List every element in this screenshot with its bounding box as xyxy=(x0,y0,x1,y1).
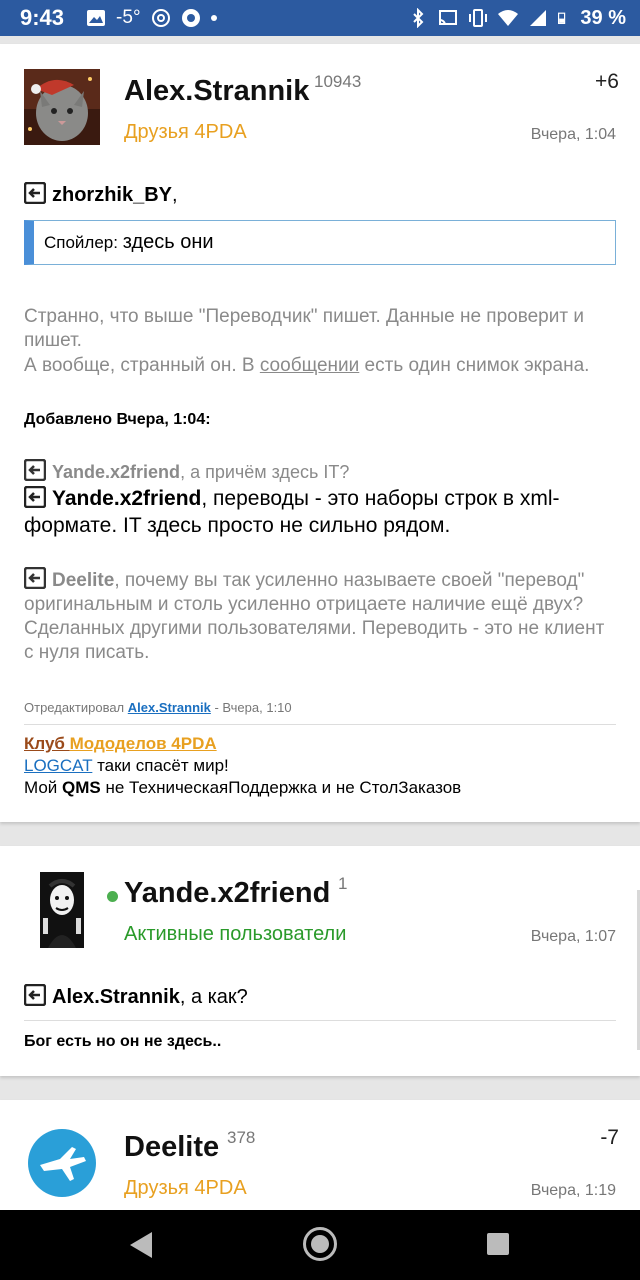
signature-line: LOGCAT таки спасёт мир! xyxy=(24,755,616,777)
logcat-link[interactable]: LOGCAT xyxy=(24,756,92,775)
signature-line: Клуб Мододелов 4PDA xyxy=(24,733,616,755)
quote-username[interactable]: Yande.x2friend xyxy=(52,462,180,482)
online-status-icon xyxy=(107,891,118,902)
signature-divider xyxy=(24,724,616,725)
spoiler-label: Спойлер: xyxy=(44,233,118,252)
spoiler-value: здесь они xyxy=(122,231,214,253)
text-fragment: А вообще, странный он. В xyxy=(24,355,260,376)
quote-text: , а причём здесь IT? xyxy=(180,462,350,482)
reply-username[interactable]: zhorzhik_BY xyxy=(52,184,172,206)
camera-icon xyxy=(181,9,200,27)
quote-line: Yande.x2friend, переводы - это наборы ст… xyxy=(24,485,616,539)
avatar[interactable] xyxy=(28,1129,96,1197)
club-link[interactable]: Клуб xyxy=(24,734,70,753)
post-time: Вчера, 1:07 xyxy=(530,928,616,945)
reply-suffix: , а как? xyxy=(179,986,248,1008)
club-link[interactable]: Мододелов 4PDA xyxy=(70,734,217,753)
recent-apps-icon[interactable] xyxy=(487,1233,509,1255)
reputation-count[interactable]: 378 xyxy=(227,1128,255,1148)
post-alex-strannik: Alex.Strannik 10943 Друзья 4PDA +6 Вчера… xyxy=(0,44,640,822)
reply-line: zhorzhik_BY, xyxy=(24,182,616,207)
post-time: Вчера, 1:04 xyxy=(530,126,616,143)
quote-icon[interactable] xyxy=(24,459,46,481)
reply-suffix: , xyxy=(172,184,178,206)
post-paragraph: А вообще, странный он. В сообщении есть … xyxy=(24,354,616,378)
quote-icon[interactable] xyxy=(24,984,46,1006)
signal-icon xyxy=(530,10,547,26)
added-header: Добавлено Вчера, 1:04: xyxy=(24,411,211,428)
post-time: Вчера, 1:19 xyxy=(530,1182,616,1199)
notification-dot-icon xyxy=(210,15,217,21)
navigation-bar xyxy=(0,1210,640,1280)
signature: Клуб Мододелов 4PDA LOGCAT таки спасёт м… xyxy=(24,733,616,799)
text-fragment: не ТехническаяПоддержка и не СтолЗаказов xyxy=(100,778,462,797)
battery-level: 39 % xyxy=(580,6,626,29)
text-fragment: есть один снимок экрана. xyxy=(359,355,590,376)
post-karma[interactable]: -7 xyxy=(600,1126,619,1150)
quote-icon[interactable] xyxy=(24,486,46,508)
post-deelite: Deelite 378 Друзья 4PDA -7 Вчера, 1:19 xyxy=(0,1100,640,1210)
quote-line: Deelite, почему вы так усиленно называет… xyxy=(24,567,616,665)
author-name[interactable]: Yande.x2friend xyxy=(124,877,330,910)
quote-icon[interactable] xyxy=(24,182,46,204)
spoiler[interactable]: Спойлер: здесь они xyxy=(24,220,616,265)
cast-icon xyxy=(439,10,458,26)
text-fragment: таки спасёт мир! xyxy=(92,756,229,775)
reply-username[interactable]: Alex.Strannik xyxy=(52,986,180,1008)
signature: Бог есть но он не здесь.. xyxy=(24,1033,222,1050)
quote-username[interactable]: Deelite xyxy=(52,570,114,591)
post-yande-x2friend: Yande.x2friend 1 Активные пользователи В… xyxy=(0,846,640,1076)
quote-username[interactable]: Yande.x2friend xyxy=(52,487,201,510)
status-bar: 9:43 -5° 39 % xyxy=(0,0,640,36)
wifi-icon xyxy=(498,10,519,26)
user-group: Активные пользователи xyxy=(124,923,347,945)
text-fragment: Отредактировал xyxy=(24,700,128,715)
edited-note: Отредактировал Alex.Strannik - Вчера, 1:… xyxy=(24,696,616,720)
battery-icon xyxy=(558,12,566,24)
avatar[interactable] xyxy=(40,872,84,948)
author-name[interactable]: Deelite xyxy=(124,1131,219,1164)
post-paragraph: Странно, что выше "Переводчик" пишет. Да… xyxy=(24,306,584,351)
signature-line: Мой QMS не ТехническаяПоддержка и не Сто… xyxy=(24,777,616,799)
reputation-count[interactable]: 10943 xyxy=(314,72,361,92)
qms-link[interactable]: QMS xyxy=(62,778,101,797)
temperature: -5° xyxy=(116,7,141,28)
user-group: Друзья 4PDA xyxy=(124,121,247,143)
quote-icon[interactable] xyxy=(24,567,46,589)
weather-icon xyxy=(151,9,170,27)
reply-line: Alex.Strannik, а как? xyxy=(24,984,616,1009)
author-name[interactable]: Alex.Strannik xyxy=(124,75,309,108)
vibrate-icon xyxy=(469,9,488,27)
picture-icon xyxy=(87,10,106,26)
avatar[interactable] xyxy=(24,69,100,145)
quote-line: Yande.x2friend, а причём здесь IT? xyxy=(24,459,616,484)
back-icon[interactable] xyxy=(130,1232,152,1258)
editor-link[interactable]: Alex.Strannik xyxy=(128,700,211,715)
user-group: Друзья 4PDA xyxy=(124,1177,247,1199)
status-time: 9:43 xyxy=(20,5,65,30)
reputation-count[interactable]: 1 xyxy=(338,874,347,894)
bluetooth-icon xyxy=(413,8,424,28)
signature-divider xyxy=(24,1020,616,1021)
home-icon[interactable] xyxy=(303,1227,337,1261)
text-fragment: Мой xyxy=(24,778,63,797)
post-karma[interactable]: +6 xyxy=(595,70,619,94)
message-link[interactable]: сообщении xyxy=(260,355,359,376)
text-fragment: - Вчера, 1:10 xyxy=(210,700,292,715)
